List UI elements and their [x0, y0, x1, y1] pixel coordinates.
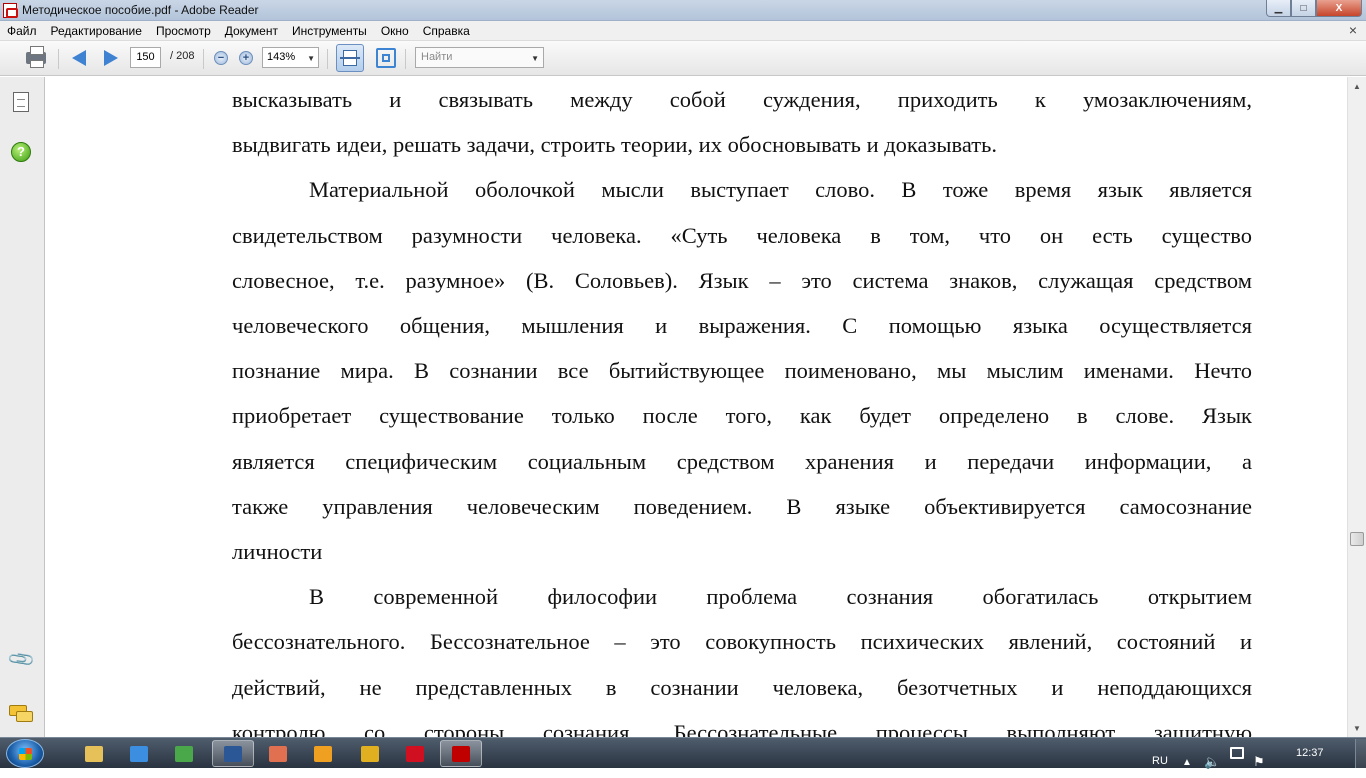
- maximize-button[interactable]: □: [1291, 0, 1316, 17]
- title-bar: Методическое пособие.pdf - Adobe Reader …: [0, 0, 1366, 21]
- word-icon: [224, 745, 242, 762]
- attachments-icon[interactable]: 📎: [6, 645, 36, 676]
- opera-icon: [406, 745, 424, 762]
- menu-edit[interactable]: Редактирование: [44, 21, 149, 41]
- menu-bar: Файл Редактирование Просмотр Документ Ин…: [0, 21, 1366, 41]
- text-line: бессознательного. Бессознательное – это …: [232, 629, 1252, 655]
- taskbar-photo-app-button[interactable]: [257, 740, 299, 767]
- vertical-scrollbar[interactable]: ▲ ▼: [1347, 77, 1366, 737]
- text-line: высказывать и связывать между собой сужд…: [232, 87, 1252, 112]
- menu-view[interactable]: Просмотр: [149, 21, 218, 41]
- taskbar-internet-explorer-button[interactable]: [118, 740, 160, 767]
- show-hidden-icons-icon[interactable]: ▲: [1182, 747, 1192, 778]
- paragraph: высказывать и связывать между собой сужд…: [232, 77, 1252, 167]
- window-title: Методическое пособие.pdf - Adobe Reader: [22, 3, 259, 17]
- menu-tools[interactable]: Инструменты: [285, 21, 374, 41]
- menu-window[interactable]: Окно: [374, 21, 416, 41]
- page-number-input[interactable]: 150: [130, 47, 161, 68]
- toolbar-separator: [405, 49, 406, 69]
- media-player-icon: [314, 745, 332, 762]
- text-line: познание мира. В сознании все бытийствую…: [232, 358, 1252, 384]
- scroll-thumb[interactable]: [1350, 532, 1364, 546]
- taskbar-explorer-button[interactable]: [73, 740, 115, 767]
- find-placeholder: Найти: [421, 51, 453, 63]
- taskbar-word-button[interactable]: [212, 740, 254, 767]
- start-button[interactable]: [6, 739, 44, 768]
- explorer-icon: [85, 745, 103, 762]
- fit-window-icon[interactable]: [376, 48, 396, 68]
- adobe-reader-icon: [452, 745, 470, 762]
- help-icon[interactable]: ?: [11, 142, 31, 162]
- text-line: личности: [232, 539, 323, 565]
- show-desktop-button[interactable]: [1355, 739, 1366, 768]
- zoom-out-icon[interactable]: −: [214, 51, 228, 65]
- text-line: свидетельством разумности человека. «Сут…: [232, 222, 1252, 248]
- navigation-pane: ? 📎: [0, 77, 45, 737]
- text-line: Материальной оболочкой мысли выступает с…: [309, 177, 1252, 203]
- clock[interactable]: 12:37: [1296, 747, 1324, 759]
- adobe-reader-icon: [3, 3, 18, 18]
- menu-file[interactable]: Файл: [0, 21, 44, 41]
- paragraph: В современной философии проблема сознани…: [232, 574, 1252, 737]
- zoom-value: 143%: [267, 51, 296, 63]
- scroll-down-icon[interactable]: ▼: [1349, 720, 1365, 736]
- network-icon[interactable]: [1230, 747, 1244, 759]
- toolbar: [0, 41, 1366, 76]
- taskbar-network-app-button[interactable]: [163, 740, 205, 767]
- zoom-in-icon[interactable]: +: [239, 51, 253, 65]
- text-line: словесное, т.е. разумное» (В. Соловьев).…: [232, 267, 1252, 293]
- chevron-down-icon[interactable]: ▼: [531, 49, 539, 68]
- next-page-icon[interactable]: [100, 47, 122, 69]
- close-document-icon[interactable]: ×: [1349, 22, 1357, 38]
- action-center-icon[interactable]: ⚑: [1253, 746, 1265, 777]
- photo-app-icon: [269, 745, 287, 762]
- chrome-icon: [361, 745, 379, 762]
- close-button[interactable]: X: [1316, 0, 1362, 17]
- network-app-icon: [175, 745, 193, 762]
- internet-explorer-icon: [130, 745, 148, 762]
- taskbar-media-player-button[interactable]: [302, 740, 344, 767]
- menu-help[interactable]: Справка: [416, 21, 477, 41]
- text-line: В современной философии проблема сознани…: [309, 584, 1252, 610]
- language-indicator[interactable]: RU: [1152, 745, 1168, 776]
- zoom-select[interactable]: 143% ▼: [262, 47, 319, 68]
- text-line: действий, не представленных в сознании ч…: [232, 674, 1252, 700]
- toolbar-separator: [203, 49, 204, 69]
- page-total: / 208: [170, 50, 195, 62]
- taskbar: RU ▲ 🔈 ⚑ 12:37: [0, 737, 1366, 769]
- chevron-down-icon[interactable]: ▼: [307, 49, 315, 68]
- taskbar-chrome-button[interactable]: [349, 740, 391, 767]
- text-line: выдвигать идеи, решать задачи, строить т…: [232, 132, 997, 158]
- taskbar-adobe-reader-button[interactable]: [440, 740, 482, 767]
- document-view[interactable]: высказывать и связывать между собой сужд…: [46, 77, 1347, 737]
- taskbar-opera-button[interactable]: [394, 740, 436, 767]
- text-line: также управления человеческим поведением…: [232, 493, 1252, 519]
- volume-icon[interactable]: 🔈: [1204, 746, 1220, 777]
- text-line: контролю со стороны сознания. Бессознате…: [232, 719, 1252, 737]
- toolbar-separator: [58, 49, 59, 69]
- menu-document[interactable]: Документ: [218, 21, 285, 41]
- previous-page-icon[interactable]: [68, 47, 90, 69]
- text-line: человеческого общения, мышления и выраже…: [232, 313, 1252, 339]
- comments-icon[interactable]: [9, 705, 35, 723]
- paragraph: Материальной оболочкой мысли выступает с…: [232, 167, 1252, 574]
- fit-page-icon[interactable]: [336, 44, 364, 72]
- window-controls: ▁ □ X: [1266, 0, 1362, 19]
- scroll-up-icon[interactable]: ▲: [1349, 78, 1365, 94]
- find-input[interactable]: Найти ▼: [415, 47, 544, 68]
- text-line: является специфическим социальным средст…: [232, 448, 1252, 474]
- text-line: приобретает существование только после т…: [232, 403, 1252, 429]
- toolbar-separator: [327, 49, 328, 69]
- print-icon[interactable]: [24, 46, 48, 69]
- minimize-button[interactable]: ▁: [1266, 0, 1291, 17]
- pages-icon[interactable]: [13, 92, 29, 112]
- document-text: высказывать и связывать между собой сужд…: [232, 77, 1252, 737]
